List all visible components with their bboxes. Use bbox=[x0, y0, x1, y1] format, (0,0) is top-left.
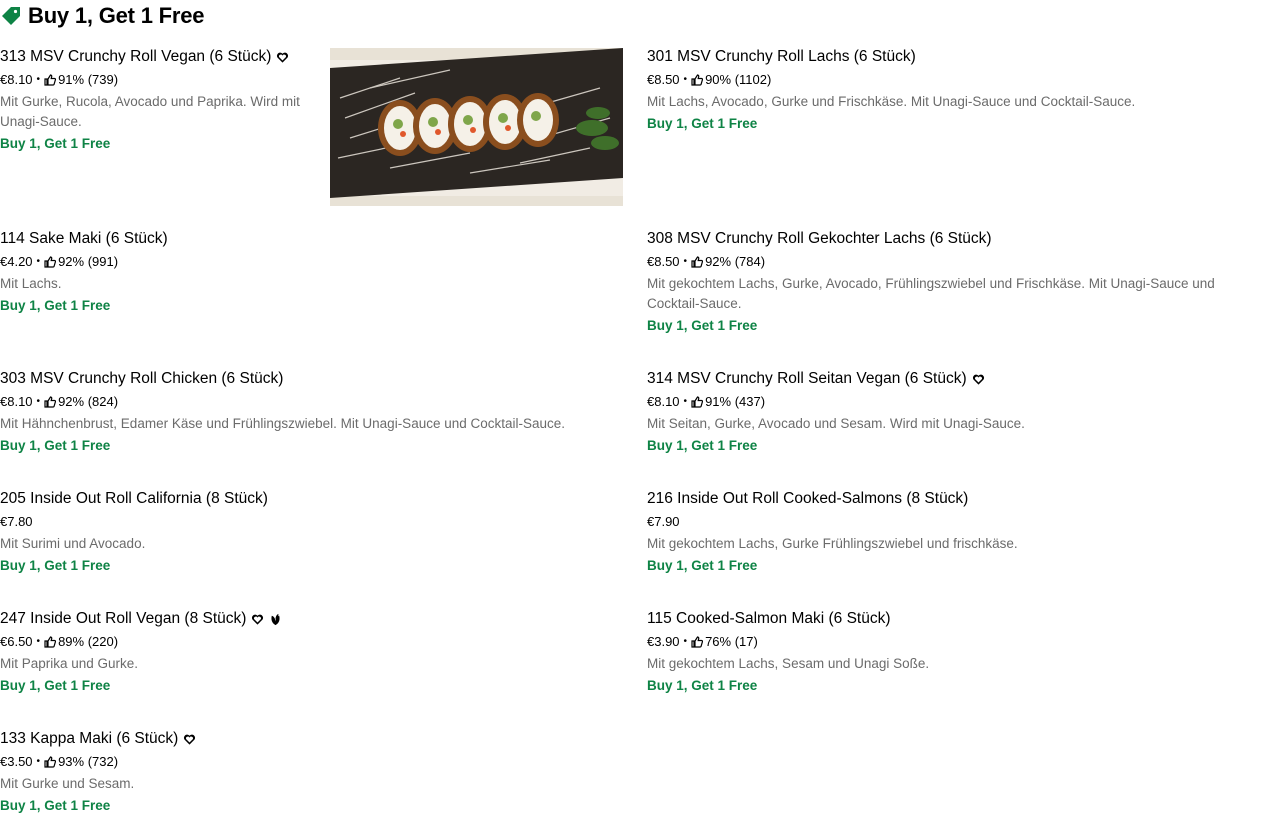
item-description: Mit gekochtem Lachs, Gurke Frühlingszwie… bbox=[647, 536, 1018, 551]
item-description: Mit gekochtem Lachs, Gurke, Avocado, Frü… bbox=[647, 276, 1215, 311]
menu-item[interactable]: 247 Inside Out Roll Vegan (8 Stück) €6.5… bbox=[0, 609, 620, 696]
item-price: €8.10 bbox=[0, 72, 33, 87]
item-description: Mit gekochtem Lachs, Sesam und Unagi Soß… bbox=[647, 656, 930, 671]
item-price: €6.50 bbox=[0, 634, 33, 649]
item-price: €3.50 bbox=[0, 754, 33, 769]
item-rating: 92% (824) bbox=[58, 394, 119, 409]
item-rating: 93% (732) bbox=[58, 754, 119, 769]
thumbs-up-icon bbox=[44, 396, 57, 408]
thumbs-up-icon bbox=[44, 756, 57, 768]
heart-icon bbox=[251, 613, 264, 626]
menu-item[interactable]: 205 Inside Out Roll California (8 Stück)… bbox=[0, 489, 620, 576]
item-rating: 91% (739) bbox=[58, 72, 119, 87]
item-price: €7.80 bbox=[0, 514, 33, 529]
item-title: 247 Inside Out Roll Vegan (8 Stück) bbox=[0, 610, 247, 627]
item-title: 205 Inside Out Roll California (8 Stück) bbox=[0, 490, 268, 507]
heart-icon bbox=[183, 733, 196, 746]
heart-icon bbox=[276, 51, 289, 64]
item-description: Mit Lachs. bbox=[0, 276, 62, 291]
promo-label: Buy 1, Get 1 Free bbox=[647, 438, 758, 453]
tag-icon bbox=[0, 5, 22, 27]
promo-label: Buy 1, Get 1 Free bbox=[0, 558, 111, 573]
item-description: Mit Paprika und Gurke. bbox=[0, 656, 139, 671]
item-price: €3.90 bbox=[647, 634, 680, 649]
promo-label: Buy 1, Get 1 Free bbox=[0, 678, 111, 693]
promo-label: Buy 1, Get 1 Free bbox=[0, 298, 111, 313]
item-rating: 89% (220) bbox=[58, 634, 119, 649]
item-rating: 91% (437) bbox=[705, 394, 766, 409]
menu-item[interactable]: 303 MSV Crunchy Roll Chicken (6 Stück) €… bbox=[0, 369, 620, 456]
item-price: €4.20 bbox=[0, 254, 33, 269]
menu-item[interactable]: 216 Inside Out Roll Cooked-Salmons (8 St… bbox=[647, 489, 1262, 576]
item-rating: 92% (784) bbox=[705, 254, 766, 269]
item-title: 133 Kappa Maki (6 Stück) bbox=[0, 730, 179, 747]
thumbs-up-icon bbox=[44, 256, 57, 268]
item-rating: 76% (17) bbox=[705, 634, 758, 649]
item-price: €8.10 bbox=[647, 394, 680, 409]
item-title: 308 MSV Crunchy Roll Gekochter Lachs (6 … bbox=[647, 230, 992, 247]
item-description: Mit Gurke, Rucola, Avocado und Paprika. … bbox=[0, 94, 300, 129]
promo-label: Buy 1, Get 1 Free bbox=[0, 798, 111, 813]
item-description: Mit Hähnchenbrust, Edamer Käse und Frühl… bbox=[0, 416, 566, 431]
leaf-icon bbox=[269, 613, 282, 626]
menu-item[interactable]: 301 MSV Crunchy Roll Lachs (6 Stück) €8.… bbox=[647, 47, 1262, 134]
item-description: Mit Surimi und Avocado. bbox=[0, 536, 146, 551]
item-title: 115 Cooked-Salmon Maki (6 Stück) bbox=[647, 610, 891, 627]
item-description: Mit Seitan, Gurke, Avocado und Sesam. Wi… bbox=[647, 416, 1025, 431]
item-rating: 92% (991) bbox=[58, 254, 119, 269]
item-rating: 90% (1102) bbox=[705, 72, 772, 87]
item-title: 114 Sake Maki (6 Stück) bbox=[0, 230, 168, 247]
item-title: 301 MSV Crunchy Roll Lachs (6 Stück) bbox=[647, 48, 916, 65]
menu-item[interactable]: 115 Cooked-Salmon Maki (6 Stück) €3.90 •… bbox=[647, 609, 1262, 696]
section-header: Buy 1, Get 1 Free bbox=[0, 2, 205, 30]
item-price: €8.50 bbox=[647, 254, 680, 269]
item-description: Mit Lachs, Avocado, Gurke und Frischkäse… bbox=[647, 94, 1136, 109]
item-image[interactable] bbox=[330, 48, 623, 206]
promo-label: Buy 1, Get 1 Free bbox=[647, 558, 758, 573]
item-description: Mit Gurke und Sesam. bbox=[0, 776, 135, 791]
section-title: Buy 1, Get 1 Free bbox=[28, 3, 205, 28]
thumbs-up-icon bbox=[691, 74, 704, 86]
promo-label: Buy 1, Get 1 Free bbox=[0, 136, 111, 151]
thumbs-up-icon bbox=[691, 636, 704, 648]
thumbs-up-icon bbox=[44, 74, 57, 86]
item-title: 303 MSV Crunchy Roll Chicken (6 Stück) bbox=[0, 370, 284, 387]
promo-label: Buy 1, Get 1 Free bbox=[647, 116, 758, 131]
item-price: €8.50 bbox=[647, 72, 680, 87]
item-title: 314 MSV Crunchy Roll Seitan Vegan (6 Stü… bbox=[647, 370, 967, 387]
menu-item[interactable]: 314 MSV Crunchy Roll Seitan Vegan (6 Stü… bbox=[647, 369, 1262, 456]
item-title: 313 MSV Crunchy Roll Vegan (6 Stück) bbox=[0, 48, 272, 65]
promo-label: Buy 1, Get 1 Free bbox=[647, 318, 758, 333]
item-price: €7.90 bbox=[647, 514, 680, 529]
thumbs-up-icon bbox=[691, 256, 704, 268]
thumbs-up-icon bbox=[691, 396, 704, 408]
menu-item[interactable]: 114 Sake Maki (6 Stück) €4.20 • 92% (991… bbox=[0, 229, 620, 316]
heart-icon bbox=[972, 373, 985, 386]
promo-label: Buy 1, Get 1 Free bbox=[0, 438, 111, 453]
item-title: 216 Inside Out Roll Cooked-Salmons (8 St… bbox=[647, 490, 969, 507]
menu-item[interactable]: 313 MSV Crunchy Roll Vegan (6 Stück) €8.… bbox=[0, 47, 325, 154]
menu-item[interactable]: 133 Kappa Maki (6 Stück) €3.50 • 93% (73… bbox=[0, 729, 620, 816]
promo-label: Buy 1, Get 1 Free bbox=[647, 678, 758, 693]
thumbs-up-icon bbox=[44, 636, 57, 648]
item-price: €8.10 bbox=[0, 394, 33, 409]
menu-item[interactable]: 308 MSV Crunchy Roll Gekochter Lachs (6 … bbox=[647, 229, 1262, 336]
